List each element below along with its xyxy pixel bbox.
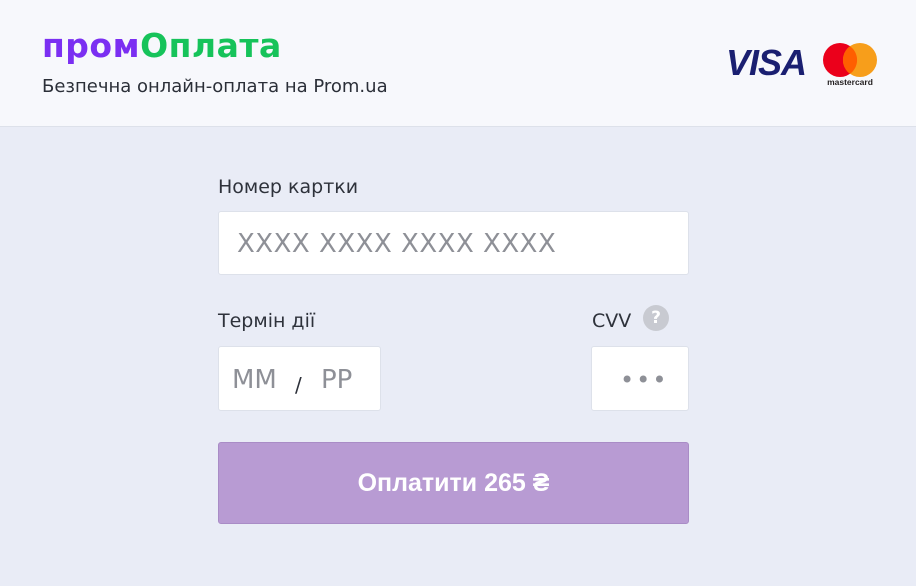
expiry-separator: /: [295, 373, 302, 397]
tagline: Безпечна онлайн-оплата на Prom.ua: [42, 76, 388, 97]
pay-button[interactable]: Оплатити 265 ₴: [218, 442, 689, 524]
card-number-input[interactable]: XXXX XXXX XXXX XXXX: [218, 211, 689, 275]
help-icon[interactable]: ?: [643, 305, 669, 331]
prom-oplata-logo: промОплата: [42, 24, 282, 68]
header: промОплата Безпечна онлайн-оплата на Pro…: [0, 0, 916, 127]
mastercard-logo-text: mastercard: [827, 77, 873, 87]
cvv-placeholder: •••: [620, 366, 669, 394]
visa-logo: VISA: [726, 42, 807, 82]
expiry-label: Термін дії: [218, 310, 316, 332]
expiry-year-placeholder: PP: [321, 365, 353, 395]
cvv-label: CVV: [592, 310, 632, 332]
cvv-input[interactable]: •••: [591, 346, 689, 411]
logo-part-oplata: Оплата: [140, 26, 282, 65]
logo-part-prom: пром: [42, 26, 141, 65]
card-number-label: Номер картки: [218, 176, 359, 198]
card-number-placeholder: XXXX XXXX XXXX XXXX: [237, 229, 557, 259]
expiry-month-placeholder: MM: [232, 365, 277, 395]
mastercard-logo: mastercard: [823, 43, 877, 87]
expiry-input[interactable]: MM / PP: [218, 346, 381, 411]
